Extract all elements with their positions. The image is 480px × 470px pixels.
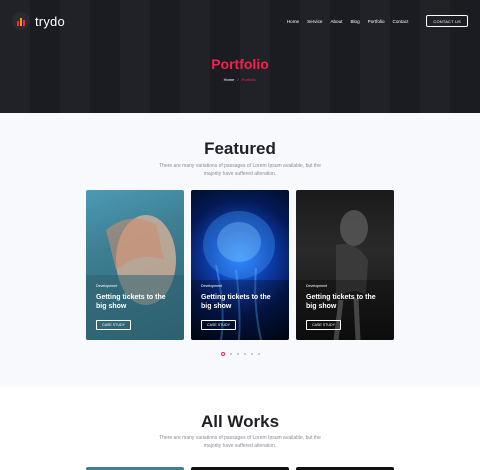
carousel-pagination — [0, 352, 480, 356]
case-study-button[interactable]: CASE STUDY — [96, 320, 131, 330]
featured-description: There are many variations of passages of… — [159, 163, 321, 177]
hero-section: trydo Home Service About Blog Portfolio … — [0, 0, 480, 113]
logo-icon — [12, 12, 30, 30]
featured-carousel: Development Getting tickets to the big s… — [86, 190, 394, 340]
nav-service[interactable]: Service — [307, 19, 322, 24]
pagination-dot[interactable] — [236, 353, 239, 355]
brand-logo[interactable]: trydo — [12, 12, 65, 30]
pagination-dot[interactable] — [243, 353, 246, 355]
pagination-dot[interactable] — [257, 353, 260, 355]
featured-title: Featured — [204, 139, 276, 158]
featured-section: Featured There are many variations of pa… — [0, 113, 480, 387]
portfolio-card[interactable]: Development Getting tickets to the big s… — [86, 190, 184, 340]
pagination-dot-active[interactable] — [220, 352, 225, 356]
case-study-button[interactable]: CASE STUDY — [306, 320, 341, 330]
card-category: Development — [96, 284, 118, 288]
all-works-section: All Works There are many variations of p… — [0, 387, 480, 470]
page-title: Portfolio — [211, 56, 269, 72]
card-title[interactable]: Getting tickets to the big show — [96, 293, 178, 311]
card-category: Development — [306, 284, 328, 288]
brand-name: trydo — [35, 13, 65, 29]
contact-us-button[interactable]: CONTACT US — [426, 15, 468, 27]
pagination-dot[interactable] — [229, 353, 232, 355]
card-title[interactable]: Getting tickets to the big show — [306, 293, 388, 311]
nav-blog[interactable]: Blog — [350, 19, 359, 24]
card-image-woman-face — [86, 215, 184, 340]
top-navigation: trydo Home Service About Blog Portfolio … — [0, 0, 480, 42]
main-menu: Home Service About Blog Portfolio Contac… — [287, 15, 468, 27]
breadcrumb-current: Portfolio — [241, 77, 257, 82]
nav-about[interactable]: About — [330, 19, 342, 24]
all-works-title: All Works — [200, 412, 280, 431]
nav-contact[interactable]: Contact — [393, 19, 409, 24]
all-works-description: There are many variations of passages of… — [159, 435, 321, 449]
card-image-jellyfish — [191, 211, 289, 340]
case-study-button[interactable]: CASE STUDY — [201, 320, 236, 330]
portfolio-card[interactable]: Development Getting tickets to the big s… — [296, 190, 394, 340]
breadcrumb-home[interactable]: Home — [224, 77, 235, 82]
breadcrumb-separator: / — [237, 77, 239, 82]
card-title[interactable]: Getting tickets to the big show — [201, 293, 283, 311]
portfolio-card[interactable]: Development Getting tickets to the big s… — [191, 190, 289, 340]
nav-portfolio[interactable]: Portfolio — [368, 19, 385, 24]
breadcrumb: Home / Portfolio — [0, 77, 480, 82]
pagination-dot[interactable] — [250, 353, 253, 355]
card-category: Development — [201, 284, 223, 288]
card-image-bw-woman — [296, 210, 394, 340]
nav-home[interactable]: Home — [287, 19, 299, 24]
